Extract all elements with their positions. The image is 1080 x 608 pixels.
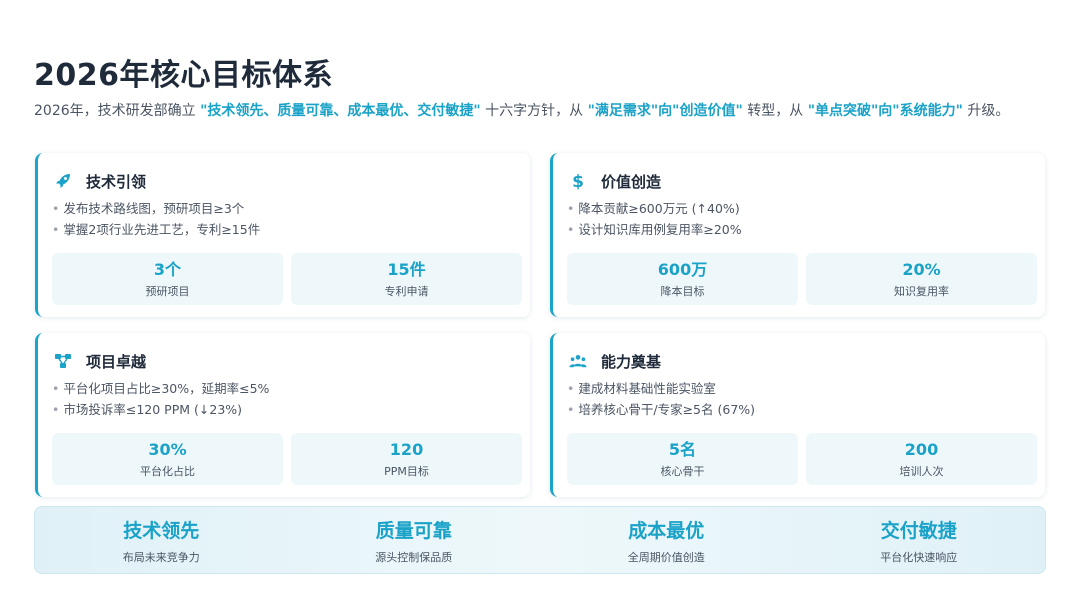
stat-value: 20% [902, 259, 941, 279]
pillar-subtitle: 平台化快速响应 [880, 550, 958, 564]
pillar-subtitle: 源头控制保品质 [375, 550, 453, 564]
card-bullets: 降本贡献≥600万元 (↑40%) 设计知识库用例复用率≥20% [567, 198, 742, 240]
pillar-subtitle: 布局未来竞争力 [122, 550, 200, 564]
dollar-icon: $ [569, 172, 587, 190]
stat-label: 专利申请 [384, 284, 429, 298]
bullet-item: 平台化项目占比≥30%，延期率≤5% [52, 378, 269, 399]
intro-highlight: "满足需求"向"创造价值" [587, 103, 743, 119]
stat-value: 15件 [387, 259, 426, 279]
page-title: 2026年核心目标体系 [34, 58, 333, 93]
card-title: 技术引领 [86, 172, 147, 191]
stat-value: 3个 [153, 259, 182, 279]
card-bullets: 发布技术路线图，预研项目≥3个 掌握2项行业先进工艺，专利≥15件 [52, 198, 260, 240]
pillar-item: 成本最优 全周期价值创造 [540, 507, 793, 573]
card-stats: 600万 降本目标 20% 知识复用率 [567, 253, 1037, 305]
goal-card-capability-foundation: 能力奠基 建成材料基础性能实验室 培养核心骨干/专家≥5名 (67%) 5名 核… [550, 333, 1045, 497]
goal-card-project-excellence: 项目卓越 平台化项目占比≥30%，延期率≤5% 市场投诉率≤120 PPM (↓… [35, 333, 530, 497]
stat-label: 预研项目 [145, 284, 190, 298]
bullet-item: 设计知识库用例复用率≥20% [567, 219, 741, 240]
pillar-item: 技术领先 布局未来竞争力 [35, 507, 288, 573]
stat-label: PPM目标 [384, 464, 429, 478]
goal-card-tech-lead: 技术引领 发布技术路线图，预研项目≥3个 掌握2项行业先进工艺，专利≥15件 3… [35, 153, 530, 317]
stat-value: 600万 [657, 259, 708, 279]
bullet-item: 掌握2项行业先进工艺，专利≥15件 [52, 219, 260, 240]
intro-text: 十六字方针，从 [480, 103, 588, 119]
intro-paragraph: 2026年，技术研发部确立 "技术领先、质量可靠、成本最优、交付敏捷" 十六字方… [34, 100, 1046, 122]
pillar-item: 交付敏捷 平台化快速响应 [793, 507, 1046, 573]
pillar-item: 质量可靠 源头控制保品质 [288, 507, 541, 573]
card-title: 能力奠基 [601, 352, 662, 371]
stat-box: 3个 预研项目 [52, 253, 283, 305]
stat-label: 核心骨干 [660, 464, 705, 478]
stat-value: 120 [389, 439, 424, 459]
intro-highlight: "单点突破"向"系统能力" [807, 103, 963, 119]
principles-banner: 技术领先 布局未来竞争力 质量可靠 源头控制保品质 成本最优 全周期价值创造 交… [34, 506, 1046, 574]
pillar-title: 成本最优 [628, 519, 705, 542]
stat-label: 降本目标 [660, 284, 705, 298]
rocket-icon [54, 172, 72, 190]
card-stats: 3个 预研项目 15件 专利申请 [52, 253, 522, 305]
stat-label: 培训人次 [899, 464, 944, 478]
stat-box: 600万 降本目标 [567, 253, 798, 305]
intro-highlight: "技术领先、质量可靠、成本最优、交付敏捷" [200, 103, 481, 119]
bullet-item: 建成材料基础性能实验室 [567, 378, 755, 399]
stat-box: 5名 核心骨干 [567, 433, 798, 485]
svg-text:$: $ [572, 172, 584, 190]
card-bullets: 建成材料基础性能实验室 培养核心骨干/专家≥5名 (67%) [567, 378, 755, 420]
pillar-title: 质量可靠 [375, 519, 452, 542]
slide: 2026年核心目标体系 2026年，技术研发部确立 "技术领先、质量可靠、成本最… [0, 0, 1080, 608]
intro-text: 转型，从 [742, 103, 808, 119]
card-bullets: 平台化项目占比≥30%，延期率≤5% 市场投诉率≤120 PPM (↓23%) [52, 378, 269, 420]
pillar-title: 技术领先 [123, 519, 200, 542]
stat-box: 200 培训人次 [806, 433, 1037, 485]
stat-box: 15件 专利申请 [291, 253, 522, 305]
card-title: 价值创造 [601, 172, 662, 191]
people-group-icon [569, 352, 587, 370]
pillar-subtitle: 全周期价值创造 [627, 550, 705, 564]
bullet-item: 降本贡献≥600万元 (↑40%) [567, 198, 742, 219]
goal-card-value-creation: $ 价值创造 降本贡献≥600万元 (↑40%) 设计知识库用例复用率≥20% … [550, 153, 1045, 317]
stat-value: 200 [904, 439, 939, 459]
intro-text: 升级。 [962, 103, 1010, 119]
stat-label: 平台化占比 [140, 464, 195, 478]
stat-value: 5名 [668, 439, 697, 459]
bullet-item: 市场投诉率≤120 PPM (↓23%) [52, 399, 269, 420]
project-diagram-icon [54, 352, 72, 370]
stat-box: 30% 平台化占比 [52, 433, 283, 485]
pillar-title: 交付敏捷 [880, 519, 957, 542]
stat-value: 30% [148, 439, 187, 459]
bullet-item: 培养核心骨干/专家≥5名 (67%) [567, 399, 755, 420]
card-stats: 30% 平台化占比 120 PPM目标 [52, 433, 522, 485]
stat-box: 120 PPM目标 [291, 433, 522, 485]
card-stats: 5名 核心骨干 200 培训人次 [567, 433, 1037, 485]
bullet-item: 发布技术路线图，预研项目≥3个 [52, 198, 260, 219]
card-title: 项目卓越 [86, 352, 147, 371]
intro-text: 2026年，技术研发部确立 [34, 103, 201, 119]
stat-label: 知识复用率 [894, 284, 949, 298]
stat-box: 20% 知识复用率 [806, 253, 1037, 305]
